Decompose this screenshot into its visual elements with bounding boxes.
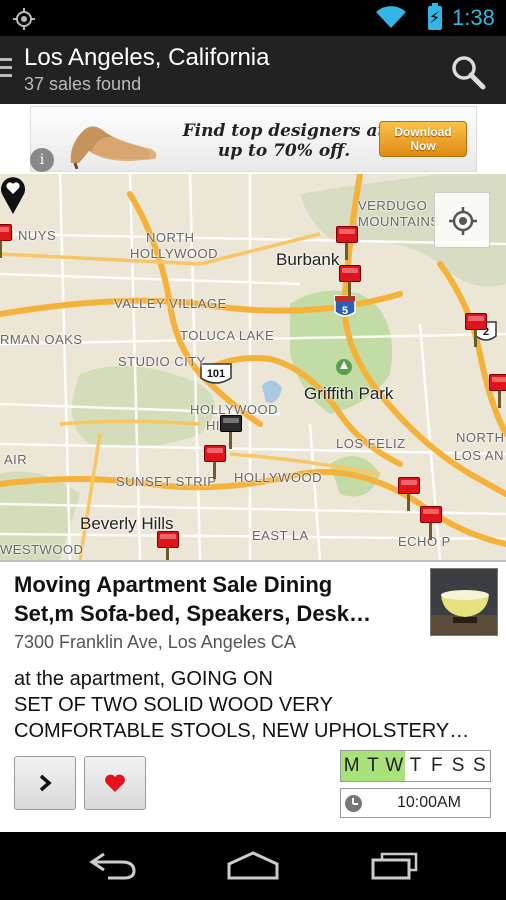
map-label: VALLEY VILLAGE [114,296,227,311]
listing-title-line1: Moving Apartment Sale Dining [14,572,333,597]
map-label: NORTH [456,430,505,445]
listing-address: 7300 Franklin Ave, Los Angeles CA [14,632,296,652]
battery-charging-icon: ⚡ [428,3,442,30]
recent-apps-icon[interactable] [370,850,420,880]
search-icon[interactable] [448,52,488,92]
app-screen: ⚡ 1:38 Los Angeles, California 37 sales … [0,0,506,900]
ad-button-line1: Download [394,125,452,139]
ad-button-line2: Now [410,139,436,153]
listing-desc-line2: SET OF TWO SOLID WOOD VERY [14,694,333,716]
sale-pin[interactable] [420,506,442,542]
svg-text:101: 101 [207,368,225,380]
sale-pin[interactable] [465,313,487,349]
day-wed: W [383,751,405,781]
ad-text: Find top designers at up to 70% off. [169,121,399,161]
page-title[interactable]: Los Angeles, California [24,44,269,72]
favorite-location-marker-icon[interactable] [0,174,26,214]
map-label: RMAN OAKS [0,332,83,347]
map-label: TOLUCA LAKE [180,328,275,343]
day-tue: T [362,751,384,781]
listing-title-line2: Set,m Sofa-bed, Speakers, Desk… [14,601,372,626]
day-sat: S [451,755,465,776]
sale-pin[interactable] [489,374,506,410]
day-thu: T [409,755,422,776]
listing-card[interactable]: Moving Apartment Sale Dining Set,m Sofa-… [0,560,506,832]
listing-title[interactable]: Moving Apartment Sale Dining Set,m Sofa-… [14,570,414,628]
sale-pin[interactable] [204,445,226,481]
day-mon: M [341,751,363,781]
ad-text-line1: Find top designers at [182,121,386,141]
heart-icon [105,774,125,792]
system-nav-bar [0,832,506,900]
sale-pin[interactable] [339,265,361,301]
map-label: LOS AN [454,448,504,463]
map-label: NORTH [146,230,195,245]
ad-download-button[interactable]: Download Now [379,121,467,157]
map-label: AIR [4,452,28,467]
my-location-button[interactable] [434,192,490,248]
map-label: STUDIO CITY [118,354,206,369]
map-label: HI [206,418,220,433]
action-bar: Los Angeles, California 37 sales found [0,36,506,104]
chevron-right-icon [39,774,52,792]
sale-pin[interactable] [0,224,12,260]
day-fri: F [430,755,443,776]
ad-content[interactable]: Find top designers at up to 70% off. Dow… [30,106,477,172]
favorite-button[interactable] [84,756,146,810]
home-icon[interactable] [226,850,280,880]
map-label: SUNSET STRIP [116,474,217,489]
map-label: HOLLYWOOD [130,246,219,261]
map-label: MOUNTAINS [358,214,440,229]
map-label: Burbank [276,250,340,269]
shoe-image [70,126,157,169]
map-view[interactable]: 5 101 2 N NUYS NORTH HOLLYWOOD VERDUGO M… [0,174,506,560]
listing-desc-line1: at the apartment, GOING ON [14,668,273,690]
sale-pin[interactable] [336,226,358,262]
listing-desc-line3: COMFORTABLE STOOLS, NEW UPHOLSTERY… [14,720,470,742]
ad-text-line2: up to 70% off. [217,141,351,161]
map-label: VERDUGO [358,198,428,213]
crosshair-icon [449,207,477,235]
map-label: EAST LA [252,528,309,543]
map-canvas: 5 101 2 [0,174,506,560]
svg-text:5: 5 [342,305,348,317]
open-listing-button[interactable] [14,756,76,810]
bowl-photo [431,569,497,635]
sale-days: M T W T F S S [340,750,491,782]
sale-time-text: 10:00AM [396,794,462,811]
sale-pin[interactable] [398,477,420,513]
sale-pin[interactable] [157,531,179,560]
drawer-icon[interactable] [0,58,12,82]
day-sun: S [472,755,486,776]
sales-count: 37 sales found [24,74,142,94]
map-label: WESTWOOD [0,542,84,557]
listing-description: at the apartment, GOING ON SET OF TWO SO… [14,666,494,744]
status-bar: ⚡ 1:38 [0,0,506,36]
map-label: LOS FELIZ [336,436,406,451]
back-icon[interactable] [88,850,138,880]
listing-thumbnail[interactable] [430,568,498,636]
map-label: Griffith Park [304,384,394,403]
sale-time: 10:00AM [340,788,491,818]
ad-banner[interactable]: Find top designers at up to 70% off. Dow… [0,104,506,174]
map-label: HOLLYWOOD [234,470,323,485]
status-time: 1:38 [452,5,495,30]
wifi-icon [376,6,406,28]
clock-icon [345,795,362,812]
ad-info-icon[interactable]: i [30,148,54,172]
gps-icon [13,8,35,30]
